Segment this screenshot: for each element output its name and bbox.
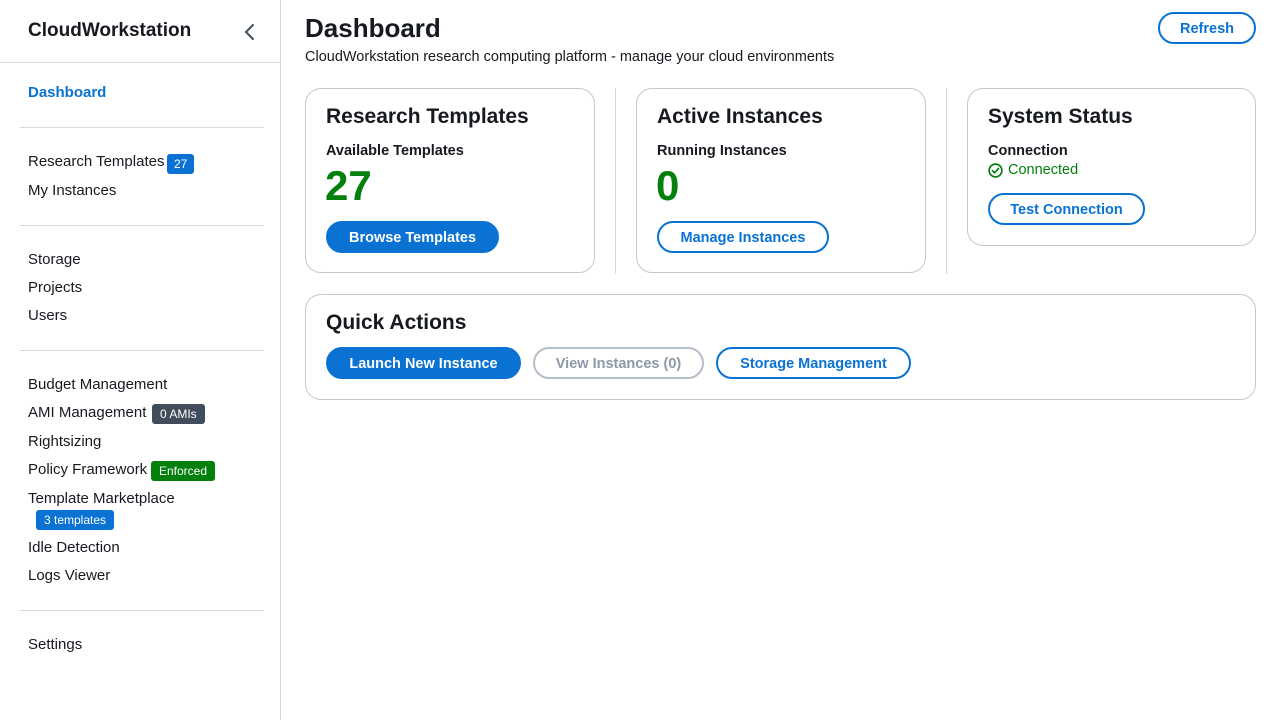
policy-status-badge: Enforced	[151, 461, 216, 481]
sidebar: CloudWorkstation Dashboard Research Temp…	[0, 0, 281, 720]
sidebar-item-policy-framework[interactable]: Policy Framework	[28, 461, 147, 479]
browse-templates-button[interactable]: Browse Templates	[326, 221, 499, 253]
sidebar-item-settings[interactable]: Settings	[28, 636, 82, 654]
research-templates-card: Research Templates Available Templates 2…	[305, 88, 595, 273]
sidebar-item-users[interactable]: Users	[28, 307, 67, 325]
card-title: Active Instances	[657, 105, 823, 128]
card-title: Research Templates	[326, 105, 529, 128]
system-status-card: System Status Connection Connected Test …	[967, 88, 1256, 246]
card-label: Running Instances	[657, 143, 787, 159]
launch-new-instance-button[interactable]: Launch New Instance	[326, 347, 521, 379]
connection-status-text: Connected	[1008, 162, 1079, 178]
quick-actions-card: Quick Actions Launch New Instance View I…	[305, 294, 1256, 400]
sidebar-divider	[20, 350, 264, 351]
refresh-button[interactable]: Refresh	[1158, 12, 1256, 44]
sidebar-item-template-marketplace[interactable]: Template Marketplace	[28, 490, 175, 508]
sidebar-divider	[20, 127, 264, 128]
ami-count-badge: 0 AMIs	[152, 404, 205, 424]
card-label: Available Templates	[326, 143, 464, 159]
running-instances-count: 0	[656, 162, 680, 209]
sidebar-item-logs-viewer[interactable]: Logs Viewer	[28, 567, 110, 585]
view-instances-button: View Instances (0)	[533, 347, 704, 379]
card-title: System Status	[988, 105, 1133, 128]
connection-status: Connected	[988, 162, 1078, 178]
sidebar-divider	[20, 610, 264, 611]
card-title: Quick Actions	[326, 311, 467, 334]
sidebar-item-projects[interactable]: Projects	[28, 279, 82, 297]
card-label: Connection	[988, 143, 1068, 159]
manage-instances-button[interactable]: Manage Instances	[657, 221, 829, 253]
page-title: Dashboard	[305, 13, 441, 43]
marketplace-count-badge: 3 templates	[36, 510, 115, 530]
sidebar-item-budget-management[interactable]: Budget Management	[28, 376, 167, 394]
collapse-sidebar-button[interactable]	[240, 22, 260, 42]
card-separator	[946, 88, 947, 274]
sidebar-item-rightsizing[interactable]: Rightsizing	[28, 433, 101, 451]
active-instances-card: Active Instances Running Instances 0 Man…	[636, 88, 926, 273]
sidebar-item-my-instances[interactable]: My Instances	[28, 182, 116, 200]
page-description: CloudWorkstation research computing plat…	[305, 49, 835, 65]
sidebar-item-storage[interactable]: Storage	[28, 251, 81, 269]
available-templates-count: 27	[325, 162, 372, 209]
sidebar-header: CloudWorkstation	[0, 0, 280, 63]
sidebar-title: CloudWorkstation	[28, 20, 192, 41]
chevron-left-icon	[245, 24, 254, 40]
sidebar-item-dashboard[interactable]: Dashboard	[28, 84, 106, 102]
storage-management-button[interactable]: Storage Management	[716, 347, 911, 379]
sidebar-item-research-templates[interactable]: Research Templates	[28, 153, 164, 171]
sidebar-item-ami-management[interactable]: AMI Management	[28, 404, 146, 422]
test-connection-button[interactable]: Test Connection	[988, 193, 1145, 225]
check-circle-icon	[988, 162, 1003, 178]
card-separator	[615, 88, 616, 274]
research-templates-count-badge: 27	[167, 154, 195, 174]
sidebar-item-idle-detection[interactable]: Idle Detection	[28, 539, 120, 557]
sidebar-divider	[20, 225, 264, 226]
